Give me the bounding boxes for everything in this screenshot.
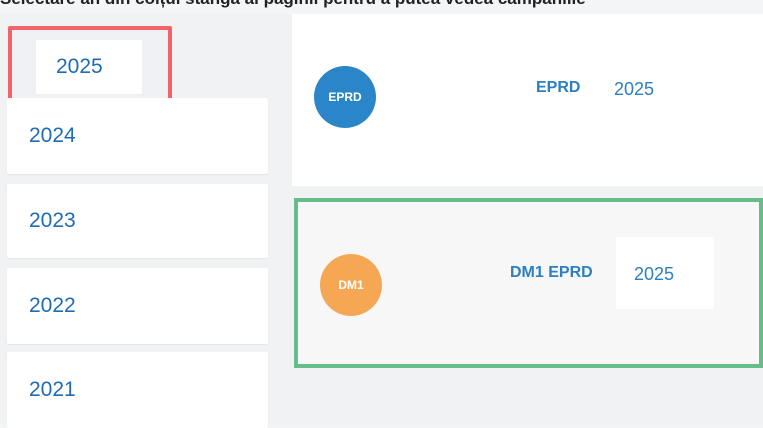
year-label: 2022 <box>29 294 76 317</box>
instruction-banner: Selectare an din colțul stânga al pagini… <box>0 0 763 9</box>
year-item-2025-selected[interactable]: 2025 <box>8 26 172 106</box>
campaign-card-eprd[interactable]: EPRD EPRD 2025 <box>292 14 763 186</box>
year-label: 2023 <box>29 209 76 232</box>
year-item-2024[interactable]: 2024 <box>7 98 268 174</box>
campaign-card-dm1-eprd[interactable]: DM1 DM1 EPRD 2025 <box>294 198 763 368</box>
year-item-2021[interactable]: 2021 <box>7 352 268 428</box>
year-label: 2021 <box>29 378 76 401</box>
campaign-badge: EPRD <box>314 66 376 128</box>
campaign-list: EPRD EPRD 2025 DM1 DM1 EPRD 2025 <box>274 14 763 425</box>
year-item-2022[interactable]: 2022 <box>7 268 268 344</box>
campaign-year: 2025 <box>614 79 655 99</box>
year-label: 2025 <box>56 55 103 78</box>
campaign-badge: DM1 <box>320 254 382 316</box>
year-item-2023[interactable]: 2023 <box>7 184 268 258</box>
campaign-year: 2025 <box>634 264 675 284</box>
campaign-title: DM1 EPRD <box>510 264 593 281</box>
year-label: 2024 <box>29 124 76 147</box>
campaign-title: EPRD <box>536 79 581 96</box>
year-sidebar: 2025 2024 2023 2022 2021 <box>0 14 274 428</box>
year-item-highlight-box: 2025 <box>36 40 142 94</box>
